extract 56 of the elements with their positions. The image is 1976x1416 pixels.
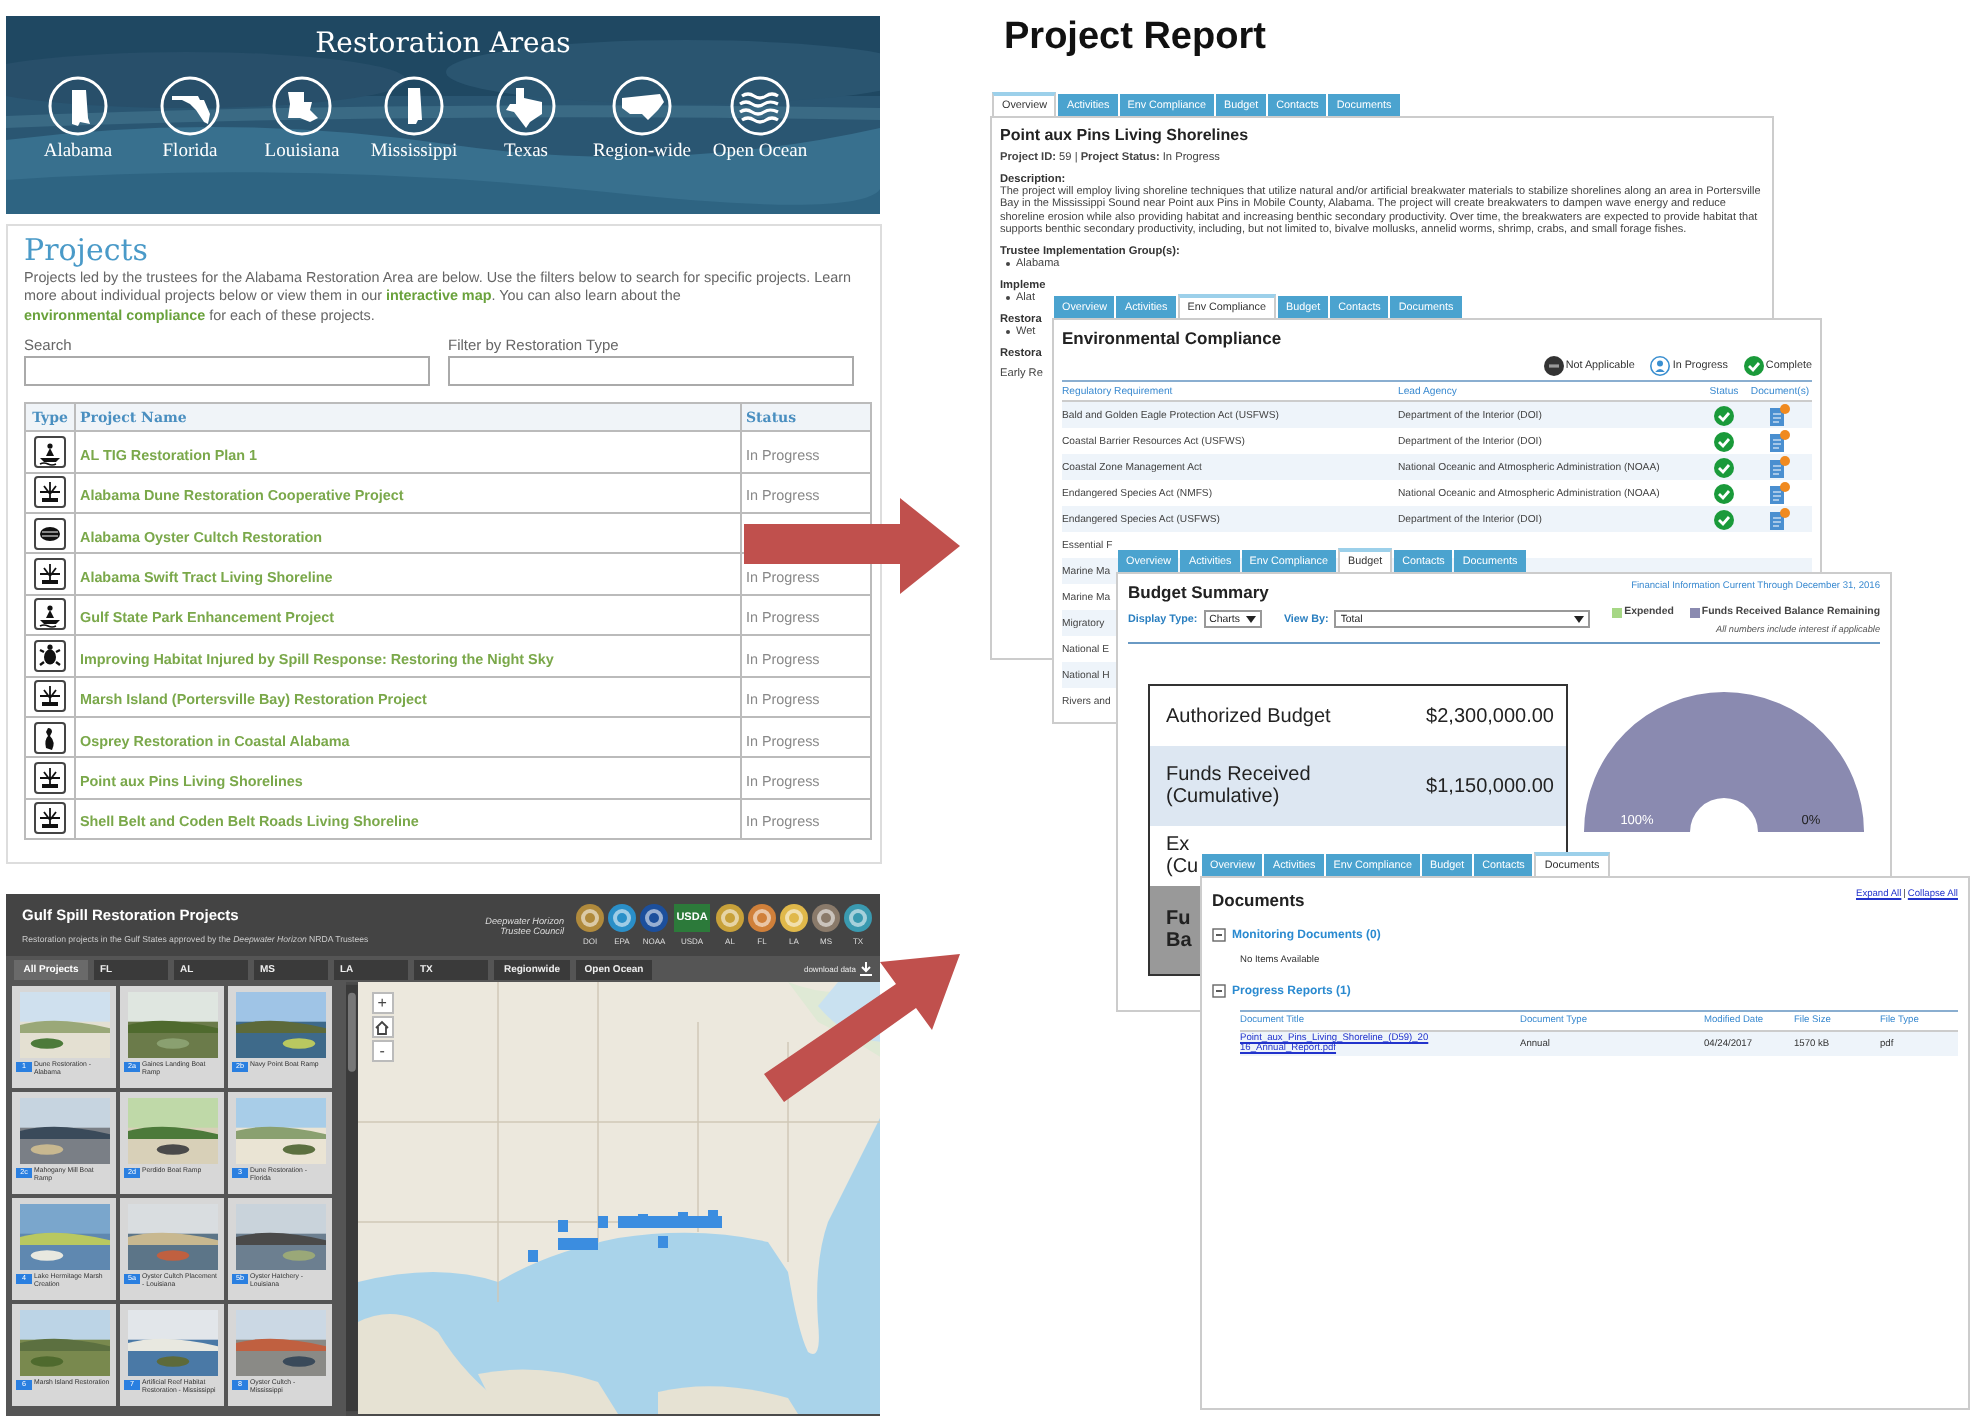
zoom-in-button[interactable]: + (371, 992, 394, 1014)
boat-icon (34, 435, 66, 468)
document-icon[interactable] (1770, 456, 1790, 478)
area-link[interactable]: Mississippi (358, 76, 470, 162)
area-link[interactable]: Texas (470, 76, 582, 162)
check-icon (1743, 356, 1764, 376)
marsh-icon (34, 762, 66, 795)
turtle-icon (34, 639, 66, 672)
document-icon[interactable] (1770, 404, 1790, 426)
waves-icon (730, 76, 790, 136)
search-field[interactable] (24, 356, 430, 387)
area-link[interactable]: Region-wide (582, 76, 702, 162)
marsh-icon (34, 802, 66, 835)
download-icon (860, 962, 872, 976)
summary-label: Authorized Budget (1166, 705, 1331, 727)
boat-icon (34, 598, 66, 631)
document-icon[interactable] (1770, 482, 1790, 504)
section-title: Projects (24, 232, 150, 268)
section-title: Budget Summary (1128, 582, 1271, 602)
state-outline-icon (384, 76, 444, 136)
marsh-icon (34, 476, 66, 509)
section-title: Restoration Areas (315, 28, 571, 60)
home-button[interactable] (371, 1016, 394, 1038)
collapse-icon[interactable] (1212, 928, 1226, 942)
shell-icon (34, 517, 66, 550)
us-map-icon (612, 76, 672, 136)
summary-amount: $1,150,000.00 (1426, 775, 1554, 797)
area-link[interactable]: Florida (134, 76, 246, 162)
area-link[interactable]: Open Ocean (702, 76, 818, 162)
caret-icon (1574, 615, 1585, 623)
document-icon[interactable] (1770, 430, 1790, 452)
marsh-icon (34, 680, 66, 713)
state-outline-icon (160, 76, 220, 136)
marsh-icon (34, 558, 66, 591)
caret-icon (1245, 615, 1256, 623)
summary-amount: $2,300,000.00 (1426, 705, 1554, 727)
home-icon (374, 1019, 391, 1035)
bird-icon (34, 721, 66, 754)
state-outline-icon (272, 76, 332, 136)
summary-label: Fu Ba (1166, 908, 1192, 952)
circle-icon (1543, 356, 1564, 376)
state-outline-icon (48, 76, 108, 136)
collapse-icon[interactable] (1212, 984, 1226, 998)
summary-label: Ex (Cu (1166, 834, 1199, 878)
project-title: Point aux Pins Living Shorelines (1000, 126, 1251, 144)
page-title: Project Report (1004, 16, 1266, 60)
section-title: Environmental Compliance (1062, 328, 1284, 348)
summary-label: Funds Received (Cumulative) (1166, 764, 1311, 808)
section-title: Documents (1212, 890, 1305, 910)
area-link[interactable]: Alabama (22, 76, 134, 162)
area-link[interactable]: Louisiana (246, 76, 358, 162)
state-outline-icon (496, 76, 556, 136)
zoom-out-button[interactable]: - (371, 1040, 394, 1062)
document-icon[interactable] (1770, 508, 1790, 530)
person-icon (1650, 356, 1671, 376)
filter-field[interactable] (448, 356, 854, 387)
